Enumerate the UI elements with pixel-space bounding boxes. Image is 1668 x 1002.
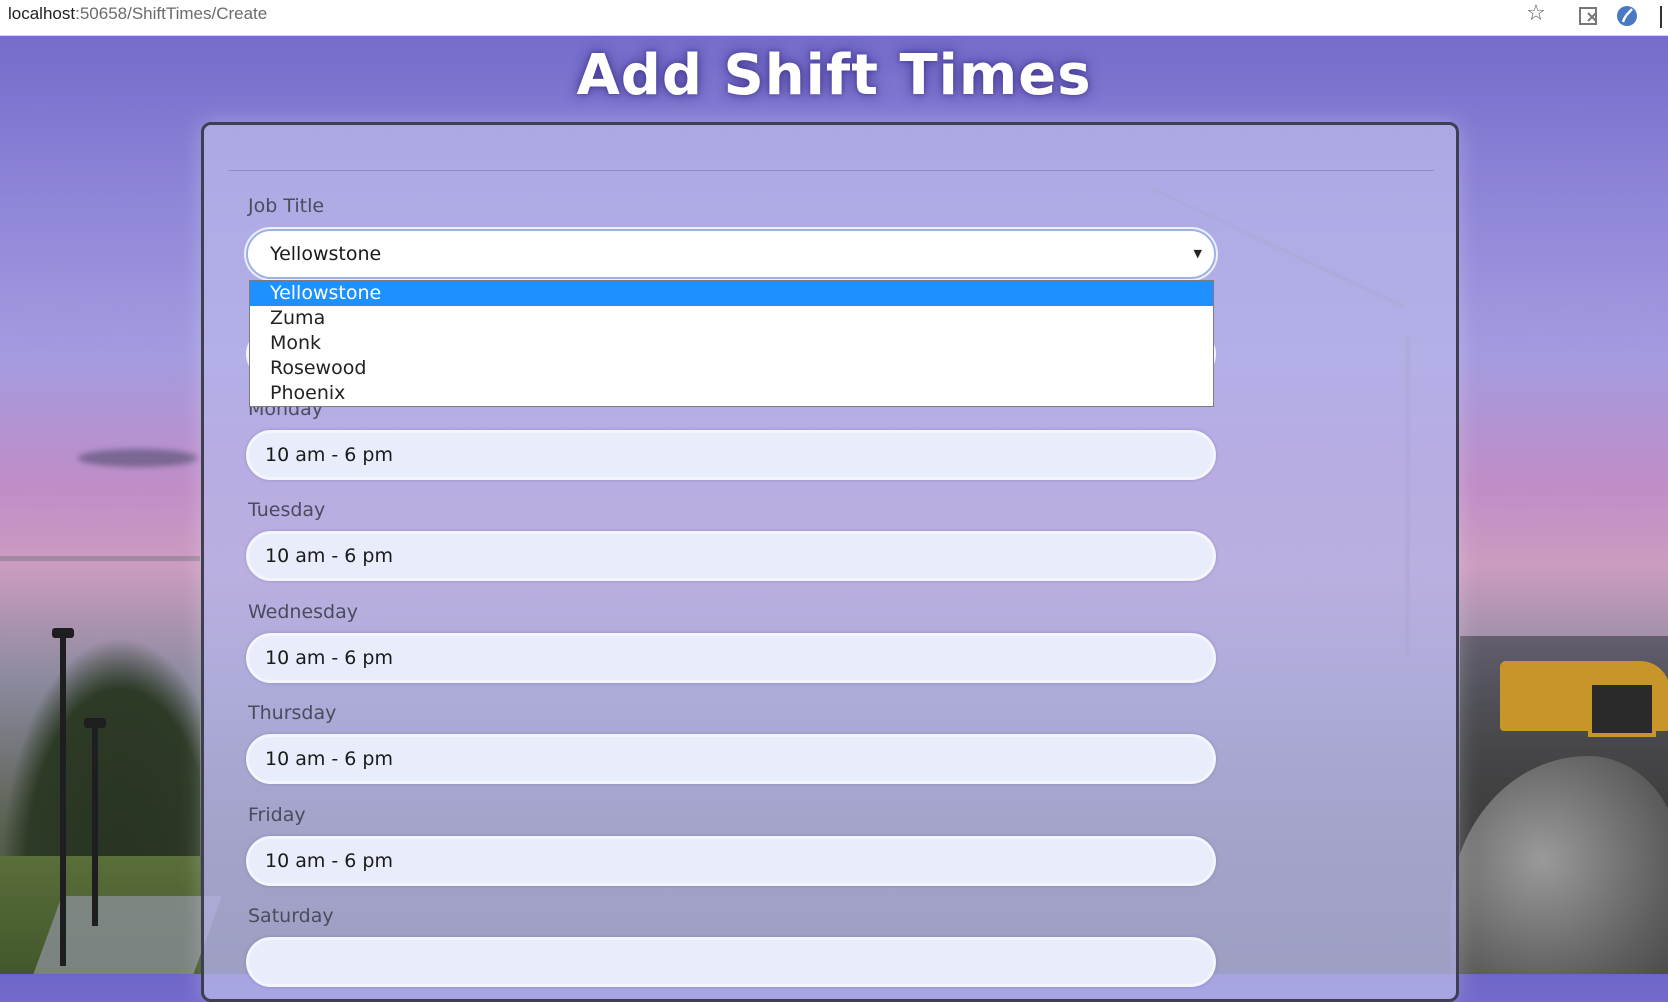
wednesday-input[interactable]: 10 am - 6 pm	[246, 633, 1216, 683]
dropdown-option[interactable]: Yellowstone	[250, 281, 1213, 306]
saturday-input[interactable]	[246, 937, 1216, 987]
thursday-label: Thursday	[248, 702, 337, 724]
page-title: Add Shift Times	[576, 43, 1092, 108]
extension-icon[interactable]	[1576, 3, 1602, 29]
monday-input[interactable]: 10 am - 6 pm	[246, 430, 1216, 480]
job-title-selected-value: Yellowstone	[270, 243, 382, 265]
friday-input[interactable]: 10 am - 6 pm	[246, 836, 1216, 886]
tuesday-input[interactable]: 10 am - 6 pm	[246, 531, 1216, 581]
job-title-label: Job Title	[248, 195, 325, 217]
street-lamp	[60, 636, 66, 966]
url-text[interactable]: localhost:50658/ShiftTimes/Create	[8, 4, 267, 24]
crane-arm-left	[0, 556, 200, 561]
street-lamp-head	[84, 718, 106, 728]
tuesday-label: Tuesday	[248, 499, 326, 521]
url-host: localhost	[8, 4, 76, 23]
wednesday-label: Wednesday	[248, 601, 359, 623]
divider	[228, 170, 1434, 171]
street-lamp	[92, 726, 98, 926]
excavator-cab	[1588, 681, 1656, 737]
friday-label: Friday	[248, 804, 306, 826]
cloud	[78, 449, 198, 467]
url-path: :50658/ShiftTimes/Create	[75, 4, 268, 23]
profile-icon[interactable]	[1614, 3, 1640, 29]
window-edge	[1660, 6, 1662, 28]
job-title-dropdown-list[interactable]: Yellowstone Zuma Monk Rosewood Phoenix	[249, 280, 1214, 407]
form-panel: Job Title Yellowstone ▼ Yellowstone Zuma…	[201, 122, 1459, 1002]
dropdown-arrow-icon[interactable]: ▼	[1194, 231, 1202, 277]
dropdown-option[interactable]: Monk	[250, 331, 1213, 356]
dropdown-option[interactable]: Zuma	[250, 306, 1213, 331]
saturday-label: Saturday	[248, 905, 334, 927]
dropdown-option[interactable]: Rosewood	[250, 356, 1213, 381]
dropdown-option[interactable]: Phoenix	[250, 381, 1213, 406]
browser-address-bar[interactable]: localhost:50658/ShiftTimes/Create ☆	[0, 0, 1668, 36]
job-title-select[interactable]: Yellowstone ▼	[246, 229, 1216, 279]
thursday-input[interactable]: 10 am - 6 pm	[246, 734, 1216, 784]
star-icon[interactable]: ☆	[1523, 1, 1549, 27]
street-lamp-head	[52, 628, 74, 638]
